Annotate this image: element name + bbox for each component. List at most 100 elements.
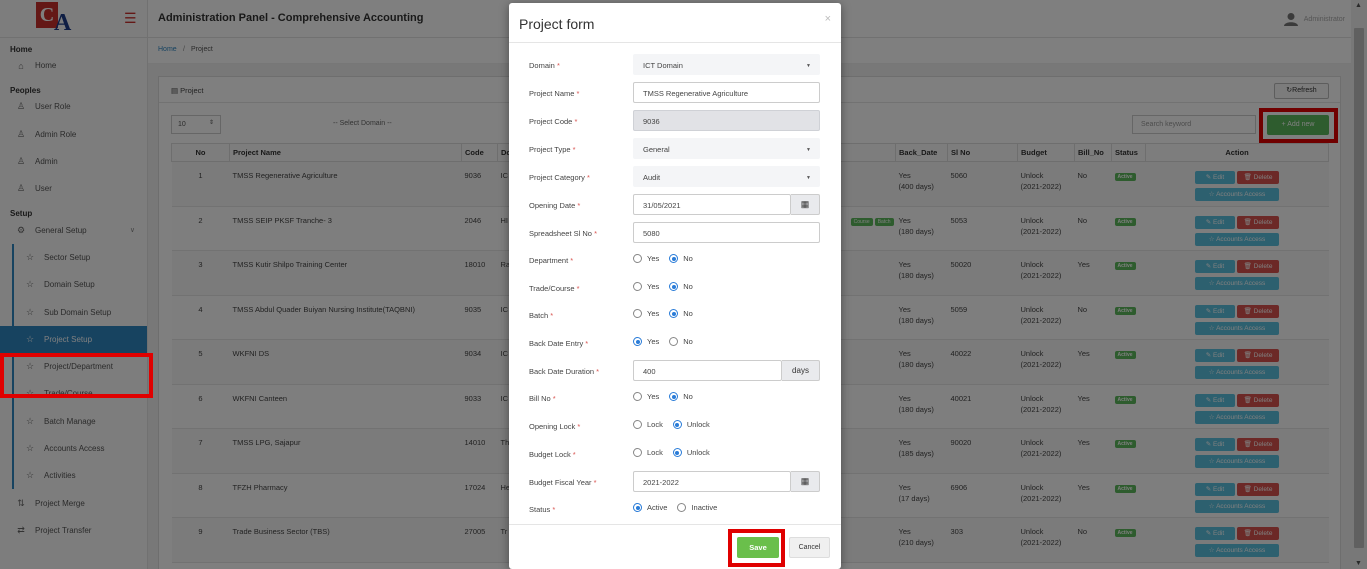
field-label: Trade/Course * — [529, 284, 580, 293]
department-yes-radio[interactable]: Yes — [633, 254, 659, 263]
field-label: Bill No * — [529, 394, 556, 403]
field-department: Department * Yes No — [509, 254, 841, 276]
radio-circle — [669, 392, 679, 401]
trade-course-yes-radio[interactable]: Yes — [633, 282, 659, 291]
back-date-duration-input[interactable]: 400 — [633, 360, 782, 381]
calendar-icon[interactable]: ▦ — [791, 471, 820, 492]
radio-circle — [677, 503, 687, 512]
radio-circle — [669, 254, 679, 263]
opening-lock-radio-group: Lock Unlock — [633, 420, 720, 429]
field-budget-lock: Budget Lock * Lock Unlock — [509, 448, 841, 470]
chevron-down-icon: ▼ — [806, 63, 811, 69]
calendar-icon[interactable]: ▦ — [791, 194, 820, 215]
project-type-select[interactable]: General ▼ — [633, 138, 820, 159]
project-category-select[interactable]: Audit ▼ — [633, 166, 820, 187]
modal-title: Project form — [519, 16, 595, 32]
field-trade-course: Trade/Course * Yes No — [509, 282, 841, 304]
batch-no-radio[interactable]: No — [669, 309, 693, 318]
bill-no-no-radio[interactable]: No — [669, 392, 693, 401]
radio-circle — [633, 448, 642, 457]
back-date-entry-radio-group: Yes No — [633, 337, 703, 346]
project-category-value: Audit — [643, 173, 661, 182]
radio-circle — [672, 448, 682, 457]
field-label: Budget Lock * — [529, 450, 576, 459]
radio-circle — [633, 309, 642, 318]
budget-lock-unlock-radio[interactable]: Unlock — [672, 448, 710, 457]
highlight-project-setup — [0, 353, 153, 398]
field-label: Project Category * — [529, 173, 590, 182]
field-label: Project Type * — [529, 145, 576, 154]
field-project-code: Project Code * 9036 — [509, 110, 841, 132]
spreadsheet-sl-input[interactable]: 5080 — [633, 222, 820, 243]
field-opening-date: Opening Date * 31/05/2021 ▦ — [509, 194, 841, 216]
department-radio-group: Yes No — [633, 254, 703, 263]
radio-circle — [669, 309, 679, 318]
domain-select[interactable]: ICT Domain ▼ — [633, 54, 820, 75]
field-label: Status * — [529, 505, 556, 514]
status-inactive-radio[interactable]: Inactive — [677, 503, 717, 512]
radio-circle — [633, 420, 642, 429]
project-form-modal: Project form × Domain * ICT Domain ▼ Proj… — [509, 3, 841, 569]
field-opening-lock: Opening Lock * Lock Unlock — [509, 420, 841, 442]
radio-circle — [672, 420, 682, 429]
field-label: Batch * — [529, 311, 554, 320]
status-radio-group: Active Inactive — [633, 503, 727, 512]
opening-lock-unlock-radio[interactable]: Unlock — [672, 420, 710, 429]
bill-no-yes-radio[interactable]: Yes — [633, 392, 659, 401]
back-date-entry-yes-radio[interactable]: Yes — [633, 337, 659, 346]
trade-course-radio-group: Yes No — [633, 282, 703, 291]
radio-circle — [669, 337, 679, 346]
bill-no-radio-group: Yes No — [633, 392, 703, 401]
radio-circle — [633, 337, 642, 346]
radio-circle — [633, 503, 642, 512]
budget-fiscal-year-input[interactable]: 2021-2022 — [633, 471, 791, 492]
radio-circle — [669, 282, 679, 291]
status-active-radio[interactable]: Active — [633, 503, 667, 512]
modal-header: Project form × — [509, 3, 841, 43]
field-label: Spreadsheet Sl No * — [529, 229, 597, 238]
radio-circle — [633, 282, 642, 291]
field-spreadsheet-sl: Spreadsheet Sl No * 5080 — [509, 222, 841, 244]
back-date-entry-no-radio[interactable]: No — [669, 337, 693, 346]
field-project-type: Project Type * General ▼ — [509, 138, 841, 160]
cancel-button[interactable]: Cancel — [789, 537, 830, 558]
field-budget-fiscal-year: Budget Fiscal Year * 2021-2022 ▦ — [509, 471, 841, 493]
opening-lock-lock-radio[interactable]: Lock — [633, 420, 663, 429]
field-label: Opening Date * — [529, 201, 581, 210]
batch-radio-group: Yes No — [633, 309, 703, 318]
project-name-input[interactable]: TMSS Regenerative Agriculture — [633, 82, 820, 103]
budget-lock-lock-radio[interactable]: Lock — [633, 448, 663, 457]
field-domain: Domain * ICT Domain ▼ — [509, 54, 841, 76]
field-bill-no: Bill No * Yes No — [509, 392, 841, 414]
field-project-name: Project Name * TMSS Regenerative Agricul… — [509, 82, 841, 104]
radio-circle — [633, 392, 642, 401]
field-label: Back Date Duration * — [529, 367, 600, 376]
field-label: Project Name * — [529, 89, 580, 98]
opening-date-input[interactable]: 31/05/2021 — [633, 194, 791, 215]
project-type-value: General — [643, 145, 670, 154]
field-label: Department * — [529, 256, 574, 265]
days-addon: days — [782, 360, 820, 381]
highlight-save — [728, 529, 785, 567]
field-label: Opening Lock * — [529, 422, 581, 431]
batch-yes-radio[interactable]: Yes — [633, 309, 659, 318]
field-project-category: Project Category * Audit ▼ — [509, 166, 841, 188]
field-batch: Batch * Yes No — [509, 309, 841, 331]
modal-footer: Save Cancel — [509, 524, 841, 569]
field-back-date-duration: Back Date Duration * 400 days — [509, 360, 841, 382]
chevron-down-icon: ▼ — [806, 147, 811, 153]
radio-circle — [633, 254, 642, 263]
field-label: Back Date Entry * — [529, 339, 589, 348]
field-status: Status * Active Inactive — [509, 503, 841, 525]
chevron-down-icon: ▼ — [806, 175, 811, 181]
field-back-date-entry: Back Date Entry * Yes No — [509, 337, 841, 359]
field-label: Domain * — [529, 61, 560, 70]
budget-lock-radio-group: Lock Unlock — [633, 448, 720, 457]
project-code-input: 9036 — [633, 110, 820, 131]
trade-course-no-radio[interactable]: No — [669, 282, 693, 291]
department-no-radio[interactable]: No — [669, 254, 693, 263]
field-label: Project Code * — [529, 117, 578, 126]
close-icon[interactable]: × — [825, 13, 831, 25]
domain-value: ICT Domain — [643, 61, 683, 70]
field-label: Budget Fiscal Year * — [529, 478, 597, 487]
